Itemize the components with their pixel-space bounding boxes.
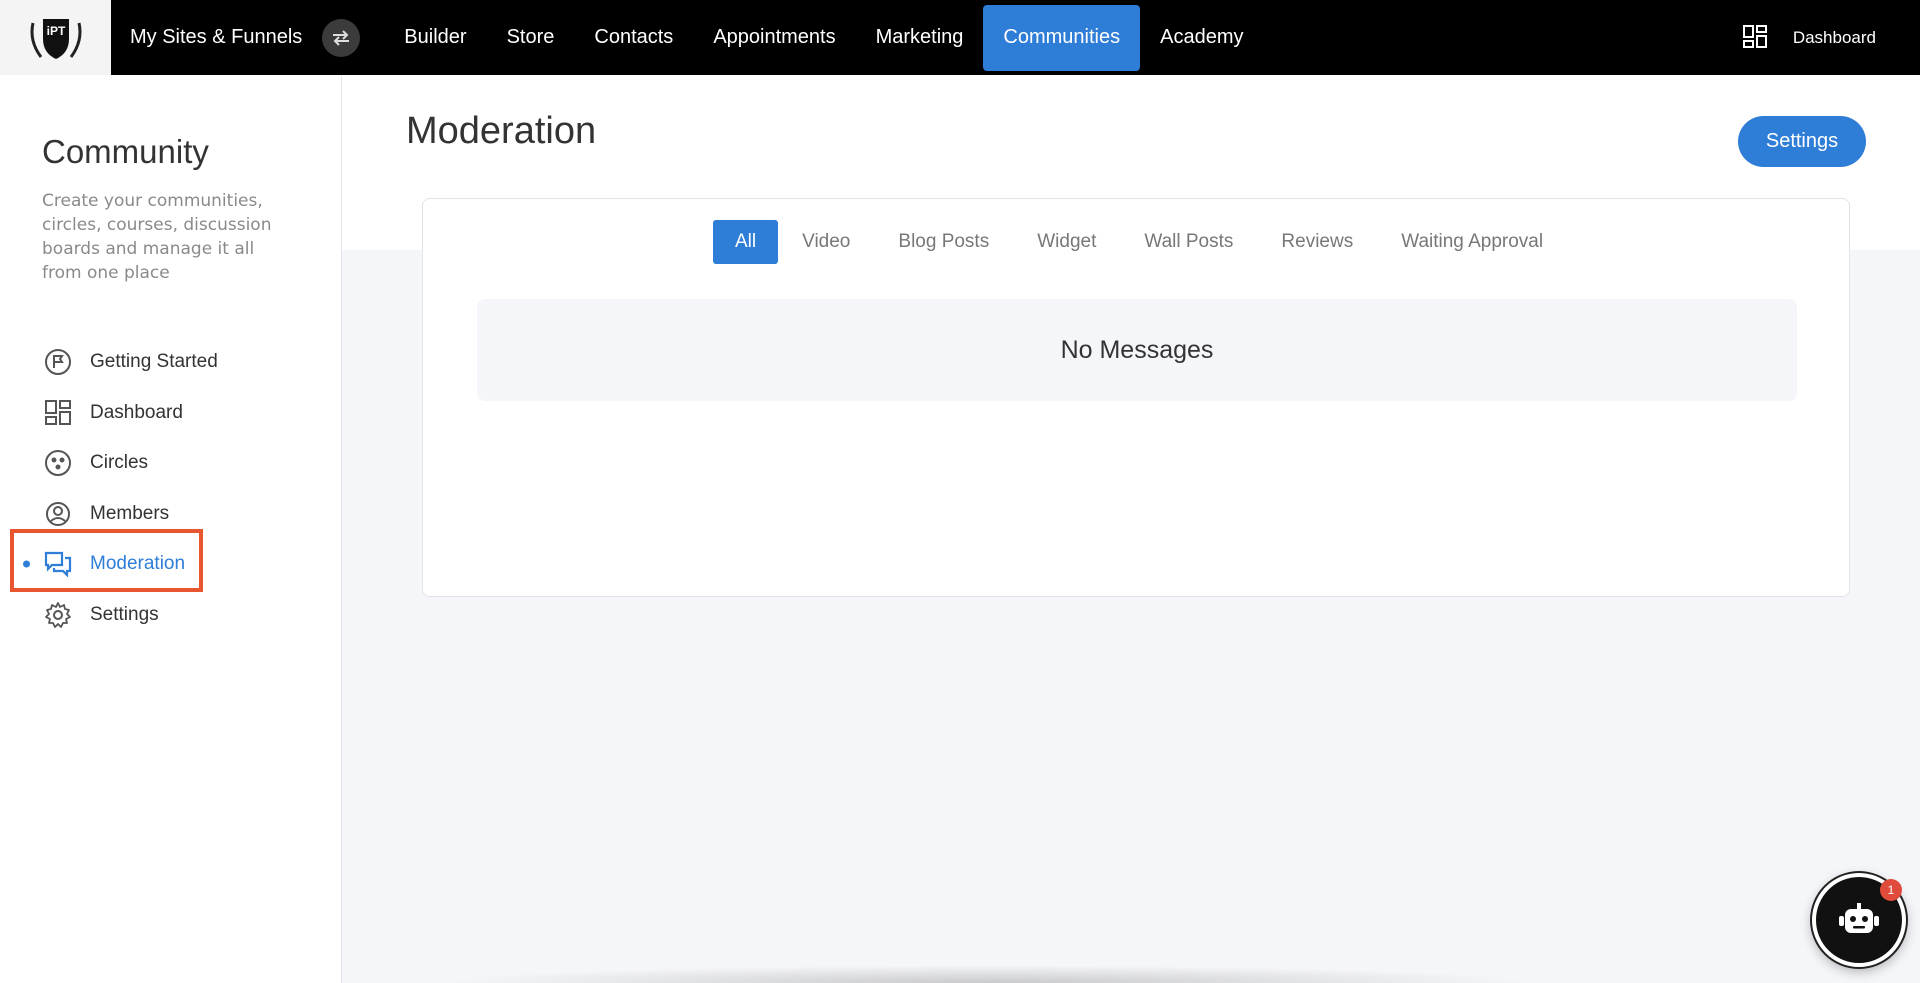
bottom-shadow <box>440 965 1540 983</box>
moderation-highlight-box <box>10 529 203 592</box>
dashboard-link[interactable]: Dashboard <box>1742 0 1876 75</box>
nav-communities[interactable]: Communities <box>983 4 1141 71</box>
moderation-card: All Video Blog Posts Widget Wall Posts R… <box>422 198 1850 597</box>
nav-academy[interactable]: Academy <box>1140 5 1263 71</box>
tab-waiting-approval[interactable]: Waiting Approval <box>1377 220 1567 264</box>
site-switcher[interactable]: My Sites & Funnels <box>130 18 361 57</box>
settings-button[interactable]: Settings <box>1738 116 1866 167</box>
swap-arrows-icon[interactable] <box>322 18 361 57</box>
sidebar-item-label: Getting Started <box>90 351 218 373</box>
gear-icon <box>44 601 72 629</box>
nav-builder[interactable]: Builder <box>384 5 486 71</box>
logo[interactable]: iPT <box>0 0 111 75</box>
dashboard-grid-icon <box>1742 24 1767 48</box>
nav-contacts[interactable]: Contacts <box>574 5 693 71</box>
flag-icon <box>44 348 72 376</box>
site-switch-label: My Sites & Funnels <box>130 26 303 48</box>
sidebar-item-label: Dashboard <box>90 401 183 423</box>
sidebar-item-circles[interactable]: Circles <box>0 438 342 489</box>
nav-store[interactable]: Store <box>487 5 575 71</box>
sidebar-item-settings[interactable]: Settings <box>0 590 342 641</box>
logo-text: iPT <box>46 24 65 38</box>
moderation-tabs: All Video Blog Posts Widget Wall Posts R… <box>713 220 1567 264</box>
nav-marketing[interactable]: Marketing <box>856 5 984 71</box>
sidebar-title: Community <box>42 133 209 170</box>
tab-video[interactable]: Video <box>778 220 874 264</box>
tab-reviews[interactable]: Reviews <box>1257 220 1377 264</box>
user-circle-icon <box>44 500 72 528</box>
logo-emblem-icon: iPT <box>30 18 81 59</box>
circles-icon <box>44 449 72 477</box>
robot-icon <box>1839 903 1879 933</box>
tab-wall-posts[interactable]: Wall Posts <box>1120 220 1257 264</box>
main-nav: Builder Store Contacts Appointments Mark… <box>384 0 1263 75</box>
notification-badge: 1 <box>1880 879 1902 901</box>
tab-all[interactable]: All <box>713 220 779 264</box>
empty-state-message: No Messages <box>477 299 1797 401</box>
nav-appointments[interactable]: Appointments <box>693 5 855 71</box>
dashboard-label: Dashboard <box>1792 27 1876 47</box>
tab-widget[interactable]: Widget <box>1013 220 1120 264</box>
sidebar-menu: Getting Started Dashboard Circles Member… <box>0 337 342 640</box>
sidebar-description: Create your communities, circles, course… <box>42 191 272 283</box>
top-navigation-bar: iPT My Sites & Funnels Builder Store Con… <box>0 0 1920 75</box>
sidebar-item-label: Settings <box>90 603 159 625</box>
sidebar-item-label: Circles <box>90 452 149 474</box>
dashboard-grid-icon <box>44 399 72 427</box>
sidebar-item-dashboard[interactable]: Dashboard <box>0 388 342 439</box>
sidebar-item-label: Members <box>90 502 170 524</box>
page-title: Moderation <box>406 110 597 152</box>
tab-blog-posts[interactable]: Blog Posts <box>874 220 1013 264</box>
sidebar-item-getting-started[interactable]: Getting Started <box>0 337 342 388</box>
